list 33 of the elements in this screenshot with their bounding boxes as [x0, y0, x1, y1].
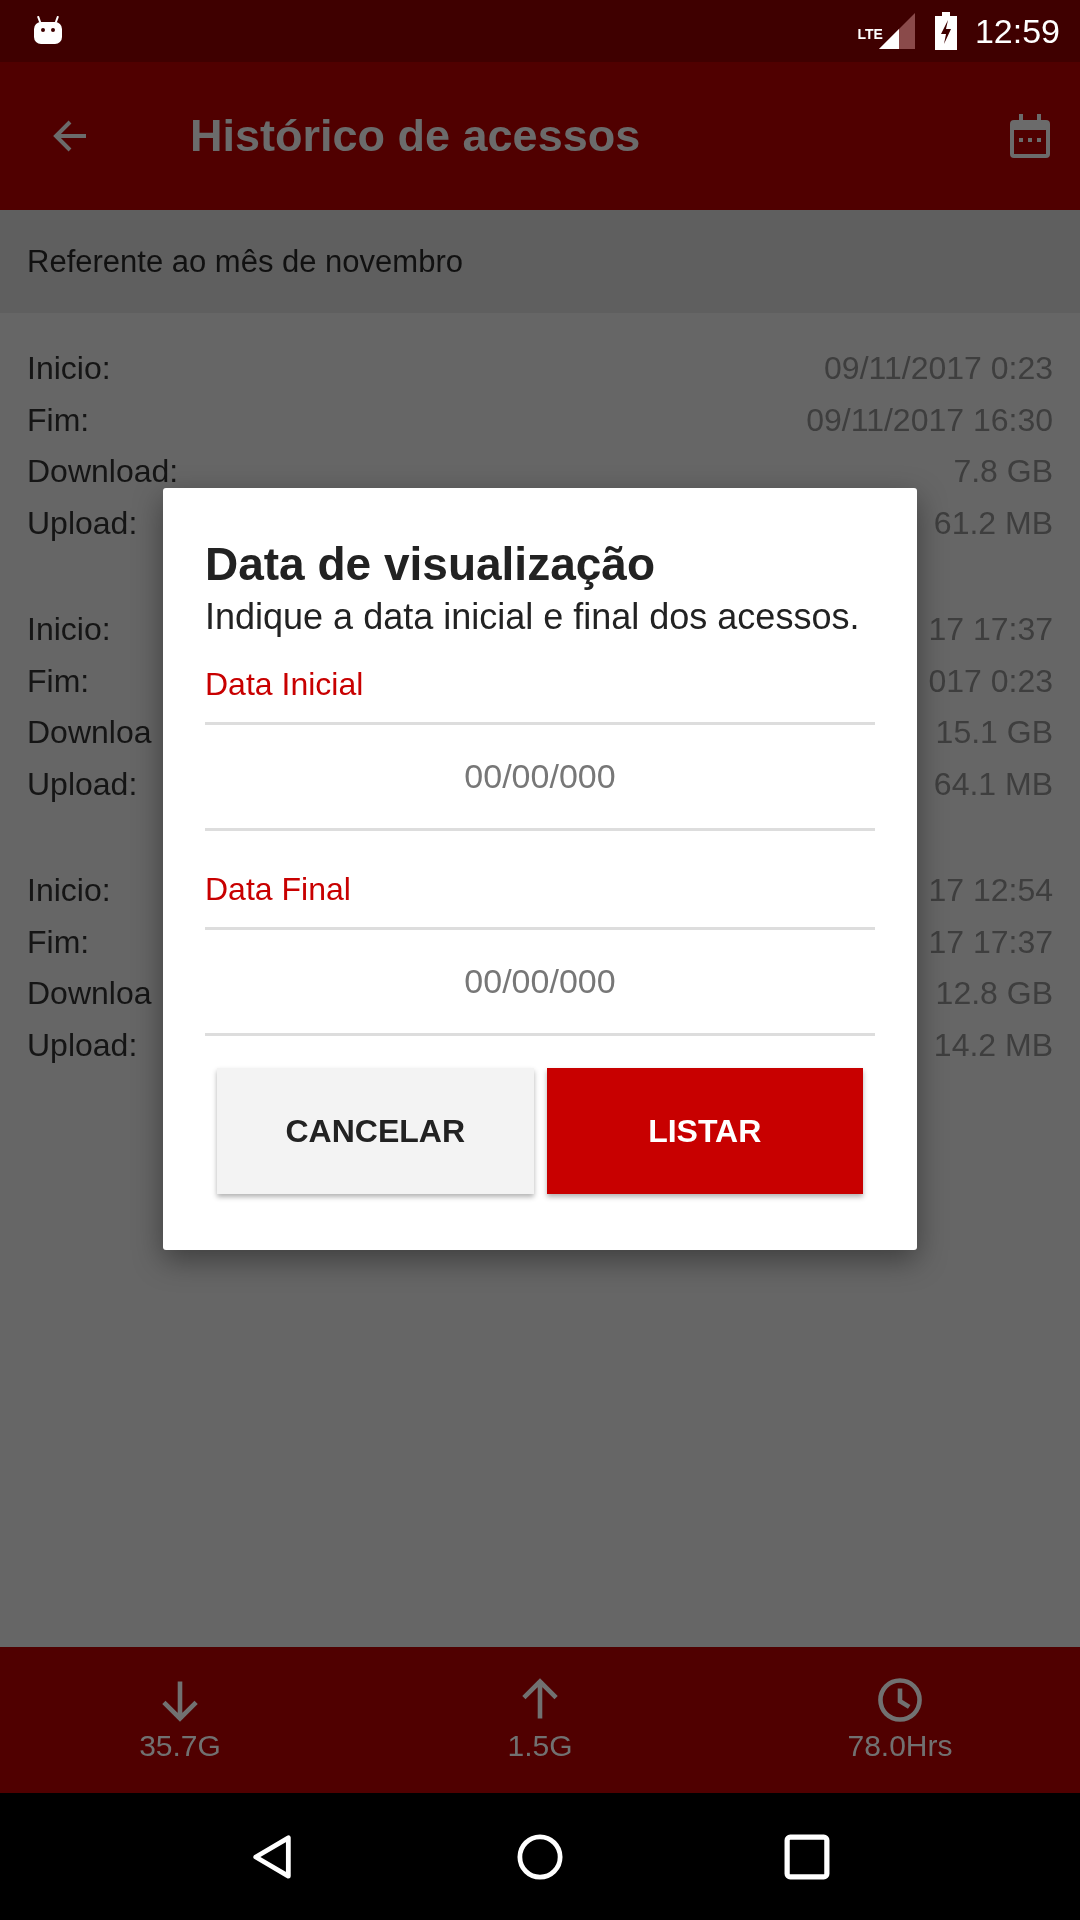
list-button[interactable]: LISTAR — [546, 1068, 863, 1194]
clock-time: 12:59 — [974, 11, 1060, 51]
dialog-message: Indique a data inicial e final dos acessos. — [205, 595, 861, 639]
calendar-icon[interactable] — [1010, 114, 1050, 158]
dialog-title: Data de visualização — [205, 537, 656, 592]
home-icon[interactable] — [517, 1833, 563, 1880]
cancel-button[interactable]: CANCELAR — [217, 1068, 534, 1194]
field-label: Data Inicial — [205, 662, 875, 725]
summary-value: 78.0Hrs — [847, 1729, 953, 1763]
summary-value: 35.7G — [139, 1729, 221, 1763]
record-label: Download: — [27, 453, 179, 491]
month-label: Referente ao mês de novembro — [27, 243, 463, 280]
recents-icon[interactable] — [783, 1833, 830, 1880]
clock-icon — [877, 1677, 923, 1723]
record-label: Fim: — [27, 401, 90, 439]
record-label: Downloa — [27, 714, 152, 752]
record-label: Inicio: — [27, 872, 111, 910]
battery-icon — [934, 12, 957, 50]
record-label: Inicio: — [27, 611, 111, 649]
date-field[interactable]: 00/00/000 — [205, 725, 875, 831]
field-label: Data Final — [205, 867, 875, 930]
android-icon — [32, 16, 64, 46]
screen-title: Histórico de acessos — [190, 110, 642, 162]
summary-value: 1.5G — [507, 1729, 573, 1763]
record-label: Downloa — [27, 975, 152, 1013]
network-label: LTE — [857, 25, 883, 42]
record-label: Fim: — [27, 923, 90, 961]
record-label: Upload: — [27, 765, 138, 803]
record-label: Upload: — [27, 1026, 138, 1064]
record-label: Upload: — [27, 504, 138, 542]
date-field[interactable]: 00/00/000 — [205, 930, 875, 1036]
record-label: Inicio: — [27, 350, 111, 388]
record-label: Fim: — [27, 662, 90, 700]
